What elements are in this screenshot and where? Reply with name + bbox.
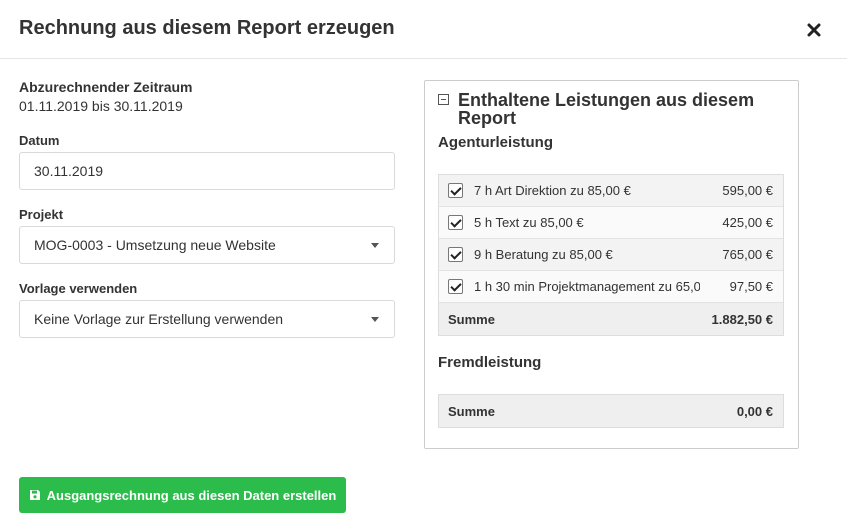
- floppy-disk-icon: [29, 490, 40, 500]
- close-button[interactable]: [804, 20, 824, 40]
- external-services-title: Fremdleistung: [438, 354, 542, 371]
- item-description: 7 h Art Direktion zu 85,00 €: [474, 183, 631, 198]
- table-row: 5 h Text zu 85,00 € 425,00 €: [439, 207, 783, 239]
- caret-down-icon: [371, 316, 379, 322]
- item-price: 595,00 €: [722, 183, 773, 198]
- sum-label: Summe: [448, 403, 495, 419]
- project-select-value: MOG-0003 - Umsetzung neue Website: [34, 237, 276, 253]
- services-panel-title: Enthaltene Leistungen aus diesem Report: [458, 90, 755, 128]
- period-value: 01.11.2019 bis 30.11.2019: [19, 98, 183, 114]
- item-description: 9 h Beratung zu 85,00 €: [474, 247, 613, 262]
- agency-sum-row: Summe 1.882,50 €: [439, 303, 783, 335]
- item-checkbox[interactable]: [448, 247, 463, 262]
- item-checkbox[interactable]: [448, 183, 463, 198]
- date-label: Datum: [19, 133, 60, 148]
- item-price: 97,50 €: [729, 279, 773, 294]
- modal-title: Rechnung aus diesem Report erzeugen: [19, 17, 395, 39]
- agency-services-title: Agenturleistung: [438, 134, 553, 151]
- modal-header: Rechnung aus diesem Report erzeugen: [0, 0, 847, 59]
- sum-value: 0,00 €: [736, 403, 773, 419]
- agency-services-table: 7 h Art Direktion zu 85,00 € 595,00 € 5 …: [438, 174, 784, 336]
- item-checkbox[interactable]: [448, 215, 463, 230]
- sum-label: Summe: [448, 311, 495, 327]
- item-checkbox[interactable]: [448, 279, 463, 294]
- create-invoice-label: Ausgangsrechnung aus diesen Daten erstel…: [46, 487, 337, 503]
- project-select[interactable]: MOG-0003 - Umsetzung neue Website: [19, 226, 395, 264]
- template-select-value: Keine Vorlage zur Erstellung verwenden: [34, 311, 284, 327]
- item-price: 765,00 €: [722, 247, 773, 262]
- period-label: Abzurechnender Zeitraum: [19, 79, 193, 95]
- caret-down-icon: [371, 242, 379, 248]
- table-row: 1 h 30 min Projektmanagement zu 65,00 € …: [439, 271, 783, 303]
- table-row: 7 h Art Direktion zu 85,00 € 595,00 €: [439, 175, 783, 207]
- project-label: Projekt: [19, 207, 64, 222]
- item-description: 5 h Text zu 85,00 €: [474, 215, 584, 230]
- close-icon: [807, 23, 821, 37]
- sum-value: 1.882,50 €: [711, 311, 773, 327]
- item-price: 425,00 €: [722, 215, 773, 230]
- table-row: 9 h Beratung zu 85,00 € 765,00 €: [439, 239, 783, 271]
- date-input-wrapper: [19, 152, 395, 190]
- services-panel: Enthaltene Leistungen aus diesem Report …: [424, 80, 799, 449]
- template-select[interactable]: Keine Vorlage zur Erstellung verwenden: [19, 300, 395, 338]
- template-label: Vorlage verwenden: [19, 281, 138, 296]
- item-description: 1 h 30 min Projektmanagement zu 65,00 €: [474, 279, 700, 294]
- external-services-table: Summe 0,00 €: [438, 394, 784, 428]
- minus-square-icon[interactable]: [438, 94, 449, 105]
- external-sum-row: Summe 0,00 €: [439, 395, 783, 427]
- date-input[interactable]: [34, 163, 380, 179]
- create-invoice-button[interactable]: Ausgangsrechnung aus diesen Daten erstel…: [19, 477, 346, 513]
